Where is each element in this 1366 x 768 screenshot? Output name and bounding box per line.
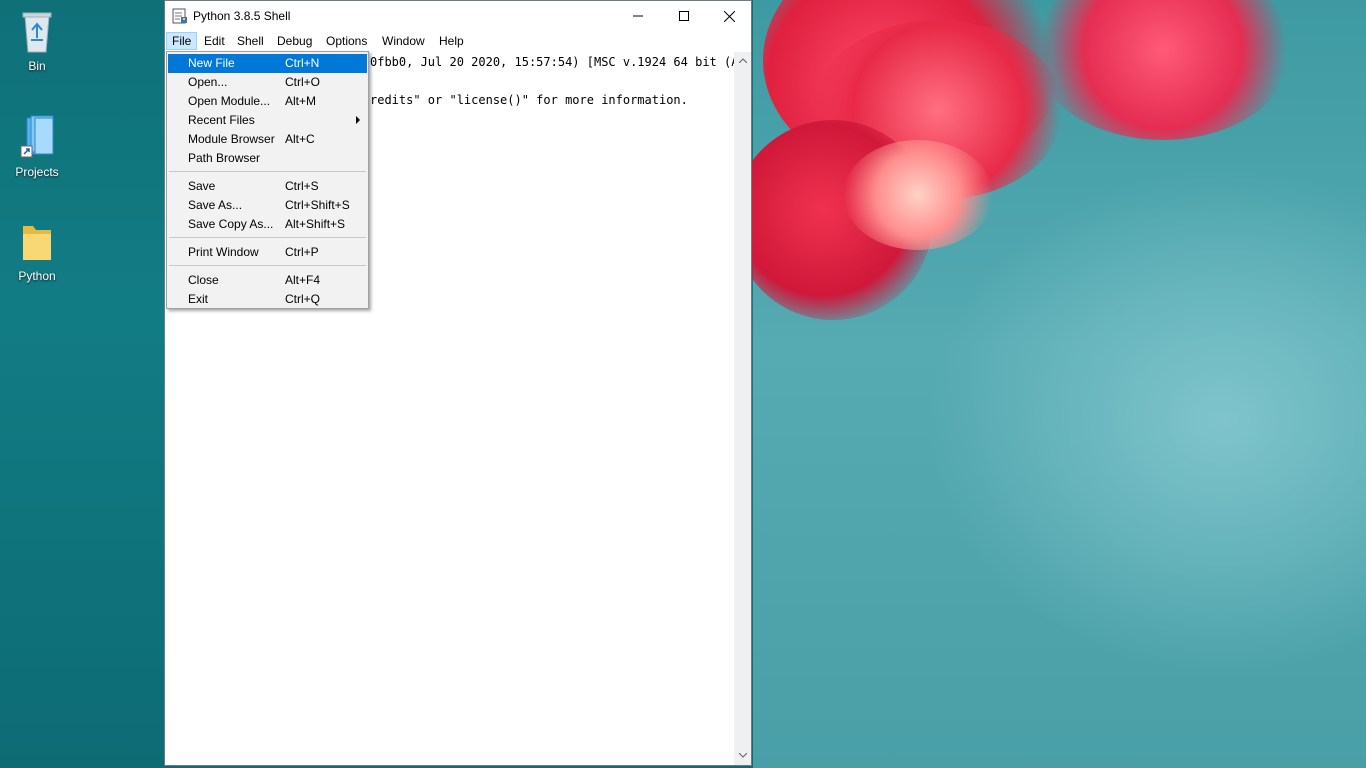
chevron-up-icon [738,58,747,63]
menu-debug[interactable]: Debug [272,32,317,50]
menu-item-new-file[interactable]: New File Ctrl+N [168,54,367,73]
shell-output-line: 0fbb0, Jul 20 2020, 15:57:54) [MSC v.192… [370,55,746,69]
menu-options[interactable]: Options [321,32,372,50]
recycle-bin-icon [22,12,52,53]
desktop-icon-python[interactable]: Python [0,218,74,283]
menu-item-label: Open... [188,75,228,89]
menu-item-label: Exit [188,292,209,306]
desktop-icon-label: Projects [15,165,59,179]
menu-item-label: Save As... [188,198,243,212]
menu-item-save[interactable]: Save Ctrl+S [168,177,367,196]
menu-item-shortcut: Ctrl+N [285,56,320,70]
menu-help[interactable]: Help [434,32,469,50]
minimize-icon [633,15,643,17]
menu-item-label: Path Browser [188,151,261,165]
close-button[interactable] [706,1,752,31]
menu-separator [169,171,366,172]
maximize-icon [679,11,689,21]
menu-item-label: Open Module... [188,94,271,108]
vertical-scrollbar[interactable] [734,52,751,765]
menu-item-exit[interactable]: Exit Ctrl+Q [168,290,367,309]
shell-output-line: redits" or "license()" for more informat… [370,93,688,107]
library-shortcut-icon [20,115,54,158]
menu-item-open[interactable]: Open... Ctrl+O [168,73,367,92]
menu-item-recent-files[interactable]: Recent Files [168,111,367,130]
menu-item-save-copy-as[interactable]: Save Copy As... Alt+Shift+S [168,215,367,234]
submenu-arrow-icon [356,116,360,124]
desktop-icon-label: Bin [28,59,46,73]
menu-item-label: Close [188,273,219,287]
menu-item-close[interactable]: Close Alt+F4 [168,271,367,290]
minimize-button[interactable] [615,1,661,31]
menu-item-label: Save Copy As... [188,217,274,231]
scroll-down-button[interactable] [734,747,751,764]
menu-bar: File Edit Shell Debug Options Window Hel… [165,31,751,51]
menu-item-shortcut: Ctrl+Shift+S [285,198,350,212]
menu-item-label: Save [188,179,216,193]
maximize-button[interactable] [661,1,707,31]
menu-item-label: Recent Files [188,113,255,127]
title-bar[interactable]: Python 3.8.5 Shell [165,1,751,31]
menu-item-shortcut: Ctrl+O [285,75,321,89]
menu-item-label: Module Browser [188,132,275,146]
menu-separator [169,265,366,266]
menu-item-shortcut: Alt+M [285,94,317,108]
menu-shell[interactable]: Shell [232,32,269,50]
menu-item-shortcut: Ctrl+Q [285,292,321,306]
menu-item-open-module[interactable]: Open Module... Alt+M [168,92,367,111]
menu-edit[interactable]: Edit [199,32,230,50]
scroll-up-button[interactable] [734,52,751,69]
menu-separator [169,237,366,238]
window-title: Python 3.8.5 Shell [193,9,291,23]
menu-window[interactable]: Window [377,32,430,50]
desktop-icon-label: Python [18,269,56,283]
menu-item-shortcut: Alt+F4 [285,273,321,287]
desktop: Bin Projects Python Python 3.8.5 Shell F… [0,0,1366,768]
idle-icon [172,8,187,24]
menu-item-shortcut: Ctrl+P [285,245,319,259]
menu-file[interactable]: File [166,32,198,50]
file-dropdown-menu: New File Ctrl+N Open... Ctrl+O Open Modu… [166,51,369,309]
desktop-icon-projects[interactable]: Projects [0,114,74,179]
menu-item-path-browser[interactable]: Path Browser [168,149,367,168]
menu-item-module-browser[interactable]: Module Browser Alt+C [168,130,367,149]
close-icon [723,10,735,22]
wallpaper-flower [733,0,1366,768]
menu-item-label: New File [188,56,235,70]
menu-item-shortcut: Alt+C [285,132,315,146]
menu-item-shortcut: Alt+Shift+S [285,217,346,231]
folder-icon [23,226,51,260]
chevron-down-icon [738,753,747,758]
desktop-icon-bin[interactable]: Bin [0,8,74,73]
menu-item-label: Print Window [188,245,259,259]
menu-item-print-window[interactable]: Print Window Ctrl+P [168,243,367,262]
menu-item-save-as[interactable]: Save As... Ctrl+Shift+S [168,196,367,215]
menu-item-shortcut: Ctrl+S [285,179,319,193]
